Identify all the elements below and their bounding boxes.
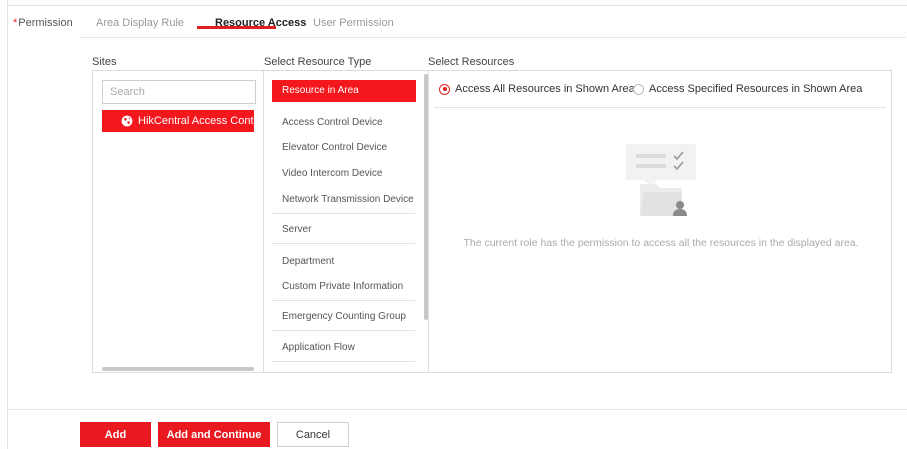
add-button[interactable]: Add [80,422,151,447]
resource-type-item[interactable]: Custom Private Information [272,281,416,292]
radio-access-specified[interactable]: Access Specified Resources in Shown Area [633,83,862,95]
radio-label: Access Specified Resources in Shown Area [649,83,863,95]
footer-divider [8,409,907,410]
frame-top-border [7,5,907,6]
empty-state-illustration [626,144,696,216]
list-separator [272,243,415,244]
resource-type-item[interactable]: Department [272,256,416,267]
options-separator [434,107,886,108]
resource-type-item[interactable]: Video Intercom Device [272,168,416,179]
panel-divider [428,70,429,373]
resource-type-item[interactable]: Resource in Area [272,80,416,102]
radio-access-all[interactable]: Access All Resources in Shown Area [439,83,635,95]
resource-type-item[interactable]: Access Control Device [272,117,416,128]
resource-type-item[interactable]: Network Transmission Device [272,194,416,205]
globe-icon [121,115,133,127]
list-separator [272,361,415,362]
site-item-label: HikCentral Access Control [138,115,254,127]
list-separator [272,213,415,214]
resource-type-item[interactable]: Emergency Counting Group [272,311,416,322]
tab-area-display-rule[interactable]: Area Display Rule [96,17,184,29]
resource-type-scrollbar[interactable] [424,74,428,320]
radio-label: Access All Resources in Shown Area [455,83,635,95]
empty-state-message: The current role has the permission to a… [463,237,859,249]
cancel-button[interactable]: Cancel [277,422,349,447]
resource-type-item[interactable]: Server [272,224,416,235]
resource-type-list: Resource in Area Access Control Device E… [264,70,424,373]
active-tab-indicator [197,26,276,29]
radio-dot [439,83,450,95]
sites-title: Sites [92,56,117,68]
list-separator [272,330,415,331]
list-separator [272,300,415,301]
select-resources-title: Select Resources [428,56,515,68]
resource-type-title: Select Resource Type [264,56,372,68]
site-search-input[interactable] [102,80,256,104]
site-item[interactable]: HikCentral Access Control [102,110,254,132]
sites-horizontal-scrollbar[interactable] [102,367,254,371]
resource-type-item[interactable]: Elevator Control Device [272,142,416,153]
tab-user-permission[interactable]: User Permission [313,17,394,29]
add-and-continue-button[interactable]: Add and Continue [158,422,270,447]
required-asterisk: * [13,17,18,29]
radio-dot [633,83,644,95]
permission-tabs: Area Display Rule Resource Access User P… [80,9,906,38]
frame-left-border [7,0,8,449]
permission-label: *Permission [13,17,73,29]
resource-type-item[interactable]: Application Flow [272,342,416,353]
